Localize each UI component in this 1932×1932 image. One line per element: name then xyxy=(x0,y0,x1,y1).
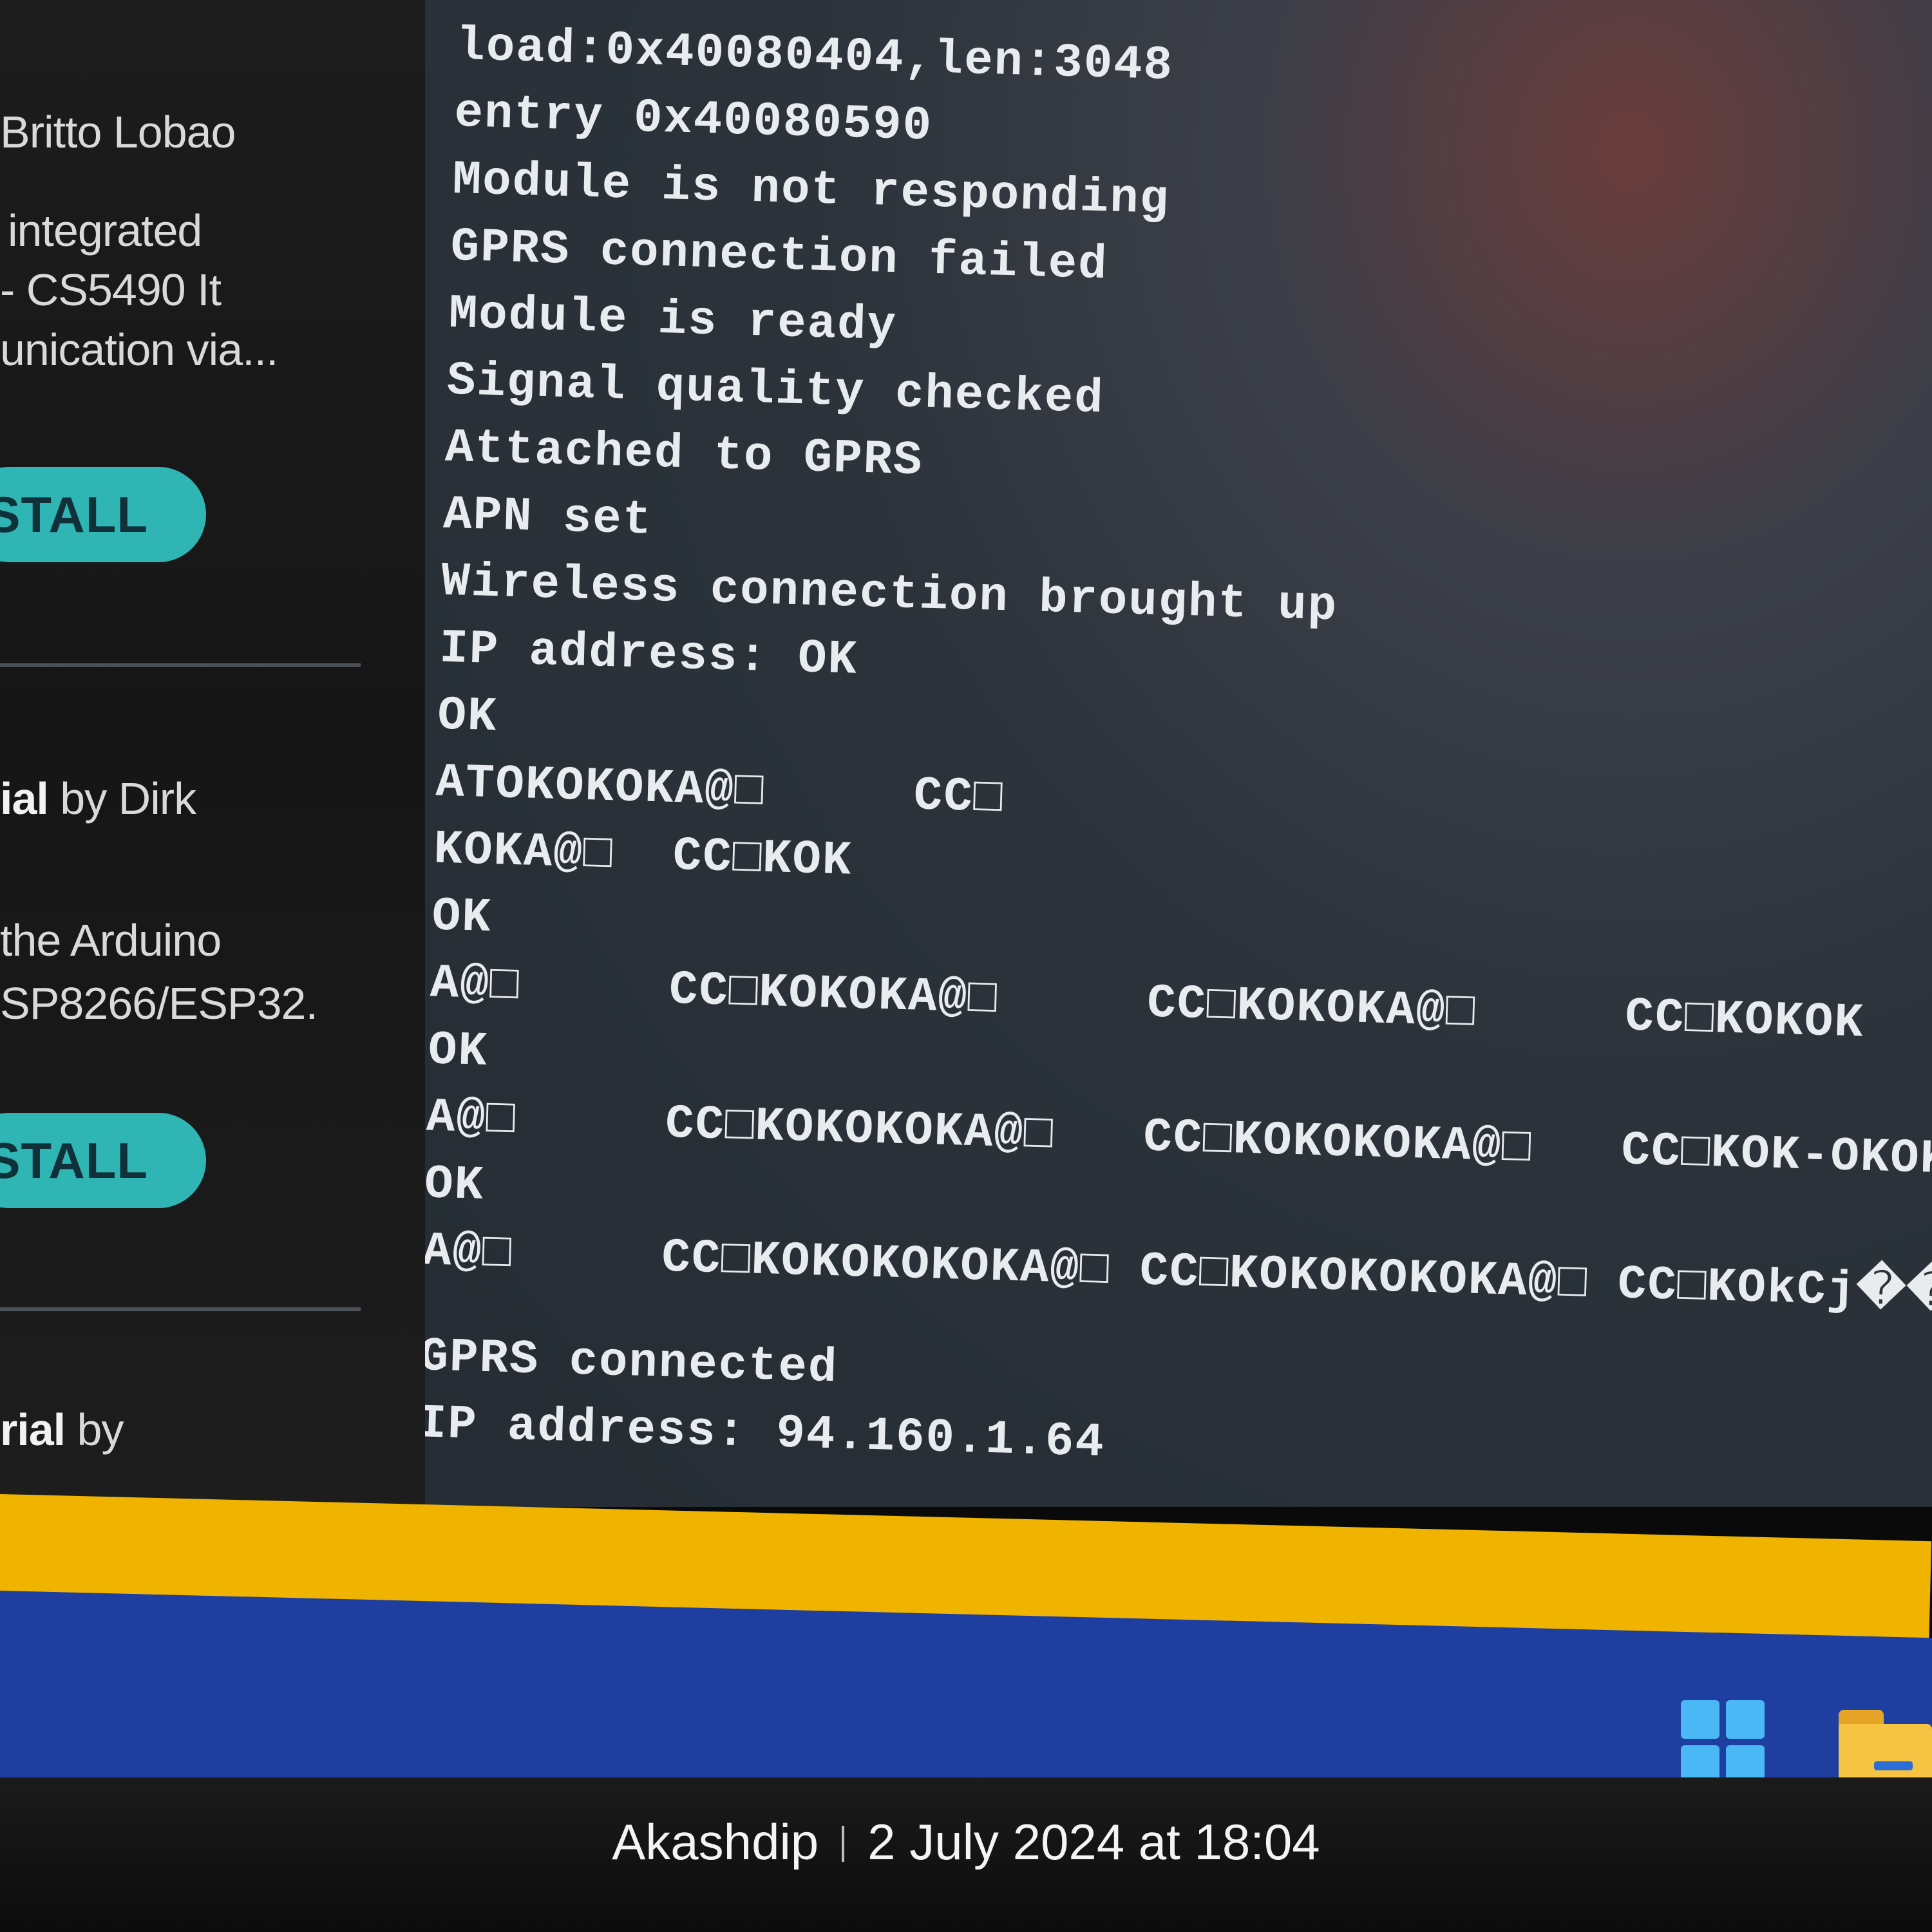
library-author: by xyxy=(65,1405,124,1455)
library-title-bold: rial xyxy=(0,1405,66,1455)
library-title: rial by xyxy=(0,1404,124,1455)
divider xyxy=(0,1307,361,1311)
library-title: ial by Dirk xyxy=(0,773,196,824)
serial-log: load:0x40080404,len:3048 entry 0x4008059… xyxy=(425,13,1932,1502)
serial-monitor-output[interactable]: load:0x40080404,len:3048 entry 0x4008059… xyxy=(425,0,1932,1507)
library-author: Britto Lobao xyxy=(0,107,236,157)
install-button[interactable]: STALL xyxy=(0,1113,206,1208)
divider xyxy=(0,663,361,667)
file-explorer-icon[interactable] xyxy=(1839,1710,1932,1787)
library-description-line: unication via... xyxy=(0,325,278,375)
library-title-bold: ial xyxy=(0,773,49,824)
photo-datetime: 2 July 2024 at 18:04 xyxy=(867,1814,1320,1870)
photo-author: Akashdip xyxy=(612,1814,819,1870)
library-description-line: integrated xyxy=(8,205,202,256)
photo-caption: Akashdip 2 July 2024 at 18:04 xyxy=(0,1813,1932,1871)
windows-start-icon[interactable] xyxy=(1681,1700,1765,1784)
laptop-screen: Britto Lobao integrated - CS5490 It unic… xyxy=(0,0,1932,1571)
library-description-line: - CS5490 It xyxy=(0,265,222,315)
caption-separator xyxy=(842,1826,845,1862)
library-manager-panel: Britto Lobao integrated - CS5490 It unic… xyxy=(0,0,438,1507)
install-button[interactable]: STALL xyxy=(0,467,206,562)
library-description-line: SP8266/ESP32. xyxy=(0,978,318,1028)
library-description-line: the Arduino xyxy=(0,915,222,965)
library-author: by Dirk xyxy=(48,773,196,824)
